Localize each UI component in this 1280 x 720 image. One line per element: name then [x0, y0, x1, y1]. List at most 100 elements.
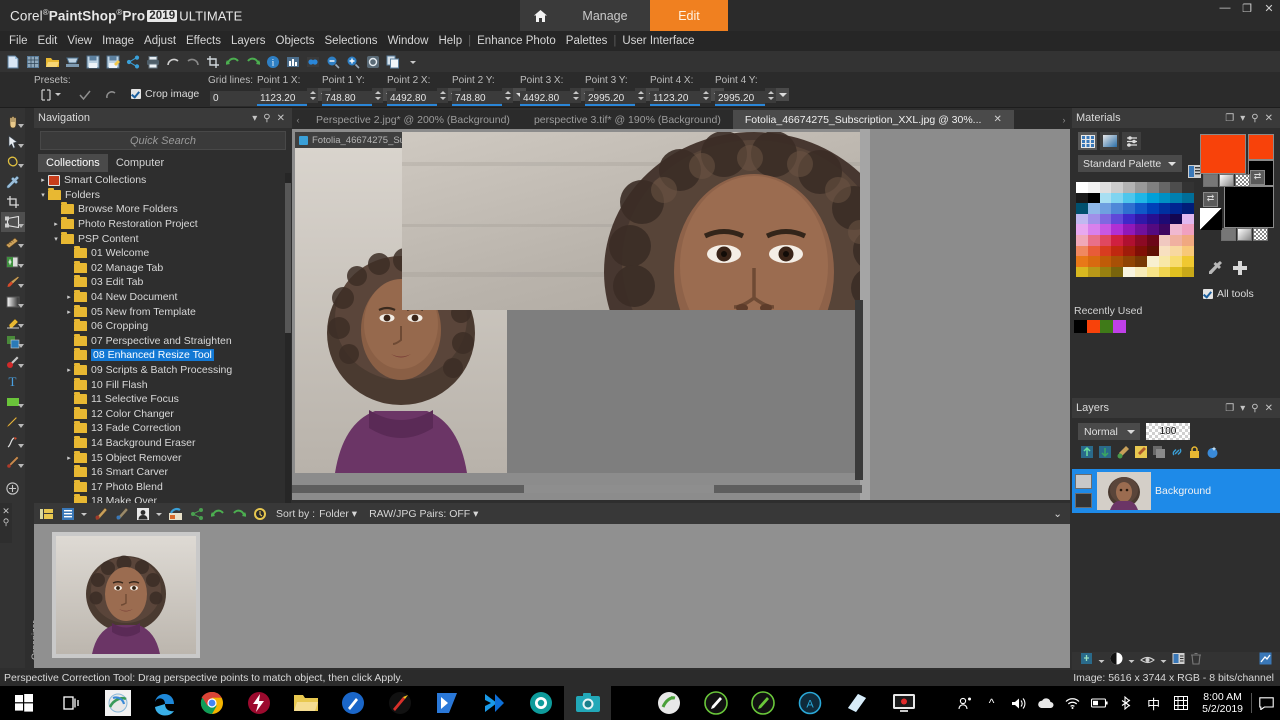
- pin-icon[interactable]: ⚲: [1248, 113, 1261, 124]
- add-tool-button[interactable]: [1, 478, 25, 498]
- tree-item[interactable]: ▸ Photo Restoration Project: [34, 217, 292, 232]
- canvas-horizontal-scrollbar[interactable]: [292, 485, 862, 493]
- new-mask-layer-icon[interactable]: [1134, 445, 1148, 464]
- organizer-thumbnail-tray[interactable]: [34, 524, 1070, 668]
- color-swatch[interactable]: [1123, 213, 1135, 225]
- menu-window[interactable]: Window: [383, 35, 434, 47]
- tree-item[interactable]: 08 Enhanced Resize Tool: [34, 348, 292, 363]
- menu-edit[interactable]: Edit: [33, 35, 63, 47]
- color-swatch[interactable]: [1134, 192, 1147, 204]
- color-swatch[interactable]: [1146, 256, 1159, 267]
- clone-tool[interactable]: [1, 332, 25, 352]
- recent-color-swatch[interactable]: [1100, 320, 1113, 333]
- histogram-icon[interactable]: [283, 52, 302, 71]
- color-swatch[interactable]: [1146, 203, 1159, 214]
- color-swatch[interactable]: [1146, 224, 1159, 235]
- properties-icon[interactable]: [1172, 652, 1185, 670]
- color-swatch[interactable]: [1076, 245, 1088, 257]
- visibility-chevron-icon[interactable]: [1160, 652, 1167, 670]
- document-tab-perspective-2[interactable]: Perspective 2.jpg* @ 200% (Background): [304, 110, 522, 129]
- menu-palettes[interactable]: Palettes: [561, 35, 613, 47]
- tree-item[interactable]: 16 Smart Carver: [34, 465, 292, 480]
- color-swatch[interactable]: [1111, 245, 1124, 257]
- maximize-button[interactable]: ❐: [1240, 2, 1254, 15]
- color-swatch[interactable]: [1087, 245, 1100, 257]
- restore-icon[interactable]: ❐: [1222, 113, 1237, 124]
- apply-preset-button[interactable]: [78, 88, 92, 107]
- color-swatch[interactable]: [1158, 266, 1171, 278]
- point2y-input[interactable]: 748.80: [452, 91, 502, 106]
- eraser-tool[interactable]: [1, 312, 25, 332]
- color-swatch[interactable]: [1111, 213, 1124, 225]
- straighten-tool[interactable]: [1, 232, 25, 252]
- text-tool[interactable]: T: [1, 372, 25, 392]
- point3y-spinner[interactable]: [635, 88, 646, 103]
- color-swatch[interactable]: [1170, 192, 1183, 204]
- fg-gradient-button[interactable]: [1219, 174, 1234, 187]
- canvas-hscroll-thumb[interactable]: [524, 485, 714, 493]
- painter-taskbar-icon[interactable]: [692, 686, 739, 720]
- bg-gradient-button[interactable]: [1237, 228, 1252, 241]
- sort-by-value[interactable]: Folder ▾: [319, 508, 357, 520]
- color-swatch[interactable]: [1076, 256, 1088, 267]
- menu-file[interactable]: File: [4, 35, 33, 47]
- color-swatch[interactable]: [1099, 256, 1112, 267]
- selection-tool[interactable]: [1, 152, 25, 172]
- powershell-taskbar-icon[interactable]: [423, 686, 470, 720]
- tree-item[interactable]: 03 Edit Tab: [34, 275, 292, 290]
- all-tools-checkbox[interactable]: All tools: [1203, 288, 1254, 300]
- mesh-warp-tool-arrow[interactable]: [17, 464, 24, 468]
- scanner-icon[interactable]: [63, 52, 82, 71]
- duplicate-icon[interactable]: [383, 52, 402, 71]
- recent-icon[interactable]: [251, 505, 268, 522]
- recent-color-swatch[interactable]: [1074, 320, 1087, 333]
- paint-brush-tool[interactable]: [1, 272, 25, 292]
- foreground-color-swatch[interactable]: [1200, 134, 1246, 174]
- color-swatch[interactable]: [1182, 192, 1194, 204]
- swap-colors-icon[interactable]: ⇄: [1250, 170, 1265, 185]
- shape-tool-arrow[interactable]: [17, 404, 24, 408]
- color-swatch[interactable]: [1170, 245, 1183, 257]
- point1x-field-group[interactable]: 1123.20: [257, 88, 331, 106]
- point4x-input[interactable]: 1123.20: [650, 91, 700, 106]
- point3x-field-group[interactable]: 4492.80: [520, 88, 594, 106]
- color-swatch[interactable]: [1123, 182, 1135, 193]
- color-swatch[interactable]: [1182, 224, 1194, 235]
- ime-icon[interactable]: 中: [1140, 686, 1167, 720]
- color-swatch[interactable]: [1134, 213, 1147, 225]
- chevron-down-icon[interactable]: ▾: [1237, 403, 1248, 414]
- eyedropper-icon[interactable]: [1208, 260, 1223, 280]
- ime-mode-icon[interactable]: [1167, 686, 1194, 720]
- close-icon[interactable]: ✕: [274, 113, 288, 124]
- list-view-icon[interactable]: [59, 505, 76, 522]
- fit-window-icon[interactable]: [363, 52, 382, 71]
- expander-icon[interactable]: ▸: [64, 454, 74, 462]
- corel-draw-taskbar-icon[interactable]: [329, 686, 376, 720]
- swap-materials-icon[interactable]: ⇄: [1203, 192, 1218, 207]
- color-swatch[interactable]: [1170, 224, 1183, 235]
- tree-item[interactable]: 01 Welcome: [34, 246, 292, 261]
- menu-adjust[interactable]: Adjust: [139, 35, 181, 47]
- tree-item[interactable]: 14 Background Eraser: [34, 435, 292, 451]
- crop-image-checkbox[interactable]: Crop image: [131, 88, 199, 100]
- places-icon[interactable]: [167, 505, 184, 522]
- tree-item[interactable]: 07 Perspective and Straighten: [34, 333, 292, 349]
- mask-icon[interactable]: [1110, 652, 1123, 670]
- color-swatch[interactable]: [1158, 245, 1171, 257]
- tree-scrollbar-thumb[interactable]: [285, 183, 291, 333]
- straighten-tool-arrow[interactable]: [17, 244, 24, 248]
- point2x-field-group[interactable]: 4492.80: [387, 88, 461, 106]
- color-swatch[interactable]: [1111, 203, 1124, 214]
- menu-layers[interactable]: Layers: [226, 35, 271, 47]
- presets-dropdown[interactable]: [40, 88, 66, 107]
- network-icon[interactable]: [1059, 686, 1086, 720]
- pen-tool-arrow[interactable]: [17, 424, 24, 428]
- tab-computer[interactable]: Computer: [107, 154, 173, 172]
- color-swatch[interactable]: [1182, 213, 1194, 225]
- rotate-right-icon[interactable]: [230, 505, 247, 522]
- color-swatch[interactable]: [1170, 213, 1183, 225]
- tab-home[interactable]: [520, 0, 560, 31]
- recent-color-swatch[interactable]: [1113, 320, 1126, 333]
- rotate-left-icon[interactable]: [223, 52, 242, 71]
- gradient-mode-icon[interactable]: [1100, 132, 1119, 150]
